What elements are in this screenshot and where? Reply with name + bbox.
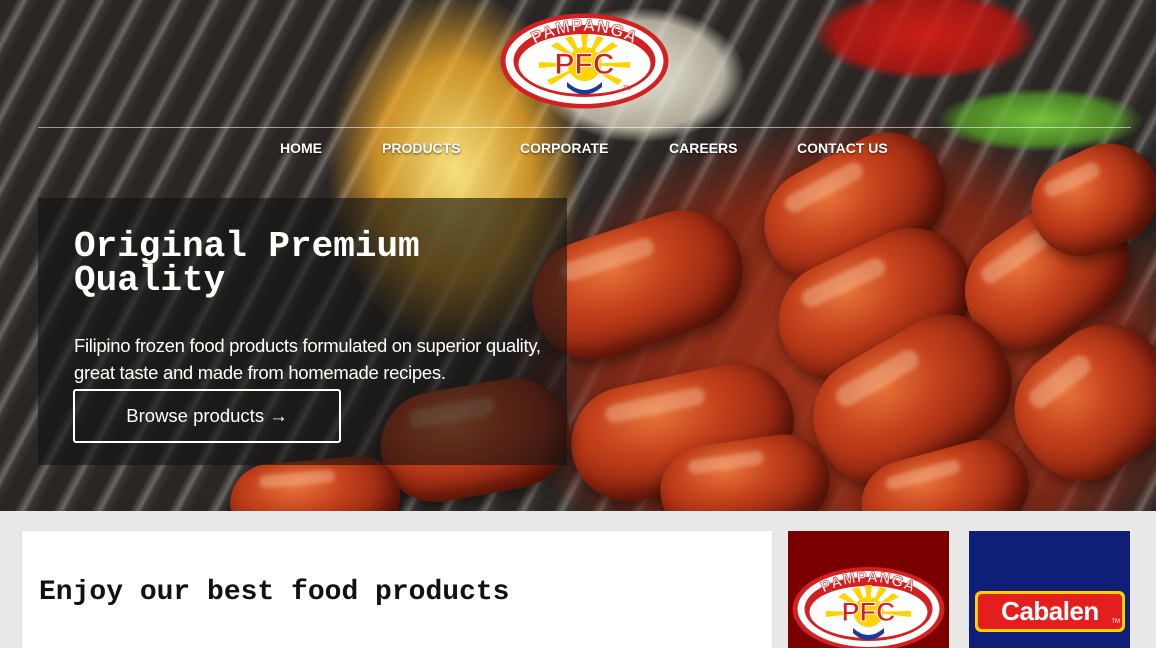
nav-item-products[interactable]: PRODUCTS <box>382 140 461 156</box>
intro-card: Enjoy our best food products <box>22 531 772 648</box>
pampanga-brand-logo: PFC PAMPANGA <box>792 567 945 648</box>
brand-tile-pampanga[interactable]: PFC PAMPANGA <box>788 531 949 648</box>
nav-item-corporate[interactable]: CORPORATE <box>520 140 608 156</box>
brand-tile-cabalen[interactable]: Cabalen TM <box>969 531 1130 648</box>
section-title: Enjoy our best food products <box>39 577 510 608</box>
pampanga-logo[interactable]: PFC PAMPANGA TM <box>499 12 670 110</box>
hero-subtitle: Filipino frozen food products formulated… <box>74 335 541 383</box>
brand-tile-mark: PFC <box>842 597 896 627</box>
browse-products-button[interactable]: Browse products → <box>73 389 341 443</box>
nav-item-careers[interactable]: CAREERS <box>669 140 737 156</box>
hero-title: Original Premium Quality <box>74 226 420 301</box>
nav-divider <box>38 127 1131 128</box>
cabalen-wordmark: Cabalen <box>978 594 1122 629</box>
main-nav: HOME PRODUCTS CORPORATE CAREERS CONTACT … <box>0 140 1156 158</box>
cabalen-logo: Cabalen <box>975 591 1125 632</box>
logo-tm: TM <box>623 86 632 92</box>
nav-item-contact-us[interactable]: CONTACT US <box>797 140 888 156</box>
nav-item-home[interactable]: HOME <box>280 140 322 156</box>
logo-mark: PFC <box>555 48 615 81</box>
cabalen-tm: TM <box>1111 619 1120 625</box>
hero-banner: PFC PAMPANGA TM HOME PRODUCTS CORPORATE … <box>0 0 1156 511</box>
hero-callout: Original Premium Quality Filipino frozen… <box>38 198 567 465</box>
